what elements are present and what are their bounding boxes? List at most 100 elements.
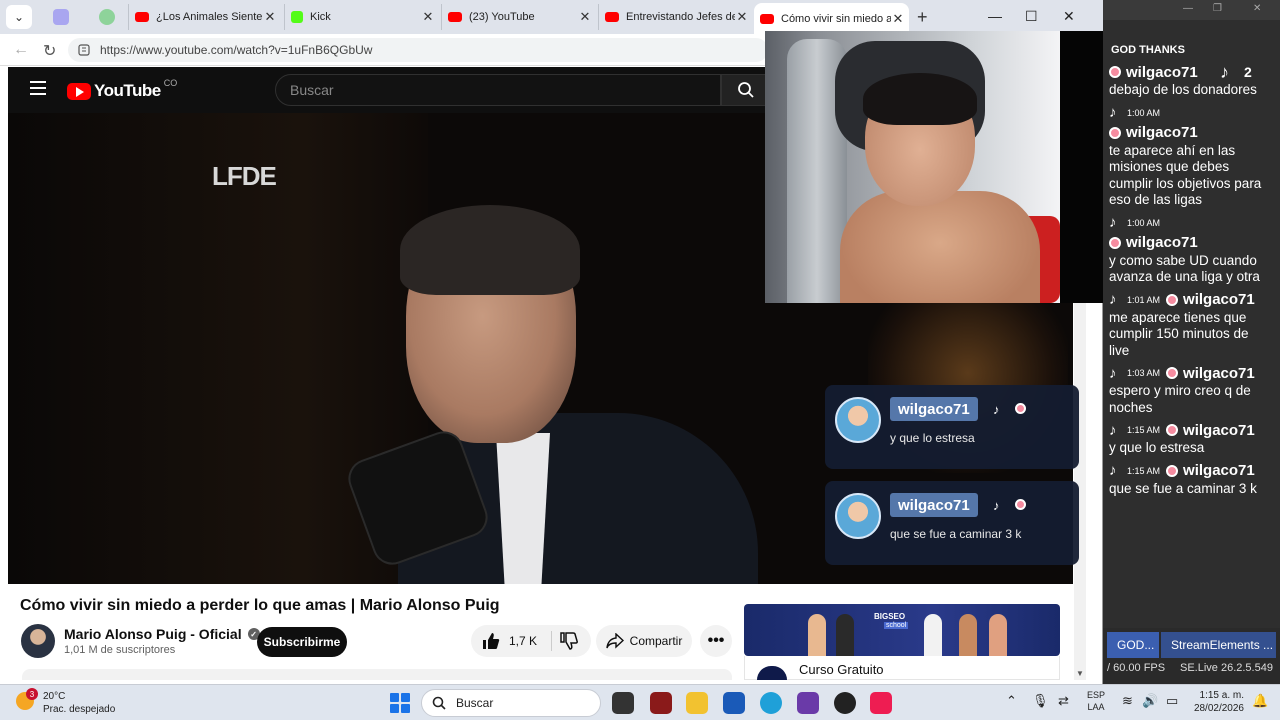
chat-message: ♪ 1:00 AM wilgaco71 y como sabe UD cuando… — [1109, 214, 1260, 284]
brave-browser-icon[interactable] — [650, 692, 672, 714]
tiktok-icon: ♪ — [1109, 421, 1117, 439]
tab-1[interactable]: ¿Los Animales Sienten A ✕ — [128, 4, 281, 30]
new-tab-icon[interactable]: + — [917, 7, 928, 28]
tab-god[interactable]: GOD... — [1107, 632, 1159, 658]
webcam-overlay — [765, 31, 1113, 303]
pig-badge-icon — [1109, 126, 1121, 139]
close-tab-icon[interactable]: ✕ — [578, 9, 592, 25]
search-icon — [432, 696, 446, 710]
video-watermark: LFDE — [212, 161, 277, 191]
tiktok-icon: ♪ — [993, 498, 1000, 513]
meet-icon[interactable]: ⇄ — [1058, 693, 1069, 709]
url-field[interactable]: https://www.youtube.com/watch?v=1uFnB6QG… — [68, 38, 768, 62]
chat-footer: GOD... StreamElements ... / 60.00 FPS SE… — [1103, 628, 1280, 684]
desktop: ⌄ ¿Los Animales Sienten A ✕ Kick ✕ (23) … — [0, 0, 1280, 720]
subscribe-button[interactable]: Subscribirme — [257, 627, 347, 657]
pig-badge-icon — [1015, 403, 1026, 414]
tiktok-icon: ♪ — [993, 402, 1000, 417]
close-tab-icon[interactable]: ✕ — [735, 9, 749, 25]
reload-icon[interactable]: ↻ — [43, 41, 56, 61]
notifications-icon[interactable]: 🔔 — [1252, 693, 1268, 709]
back-icon[interactable]: ← — [13, 41, 29, 59]
tab-search-dropdown[interactable]: ⌄ — [6, 5, 32, 29]
pig-badge-icon — [1109, 236, 1121, 249]
chat-message: wilgaco71 debajo de los donadores — [1109, 63, 1257, 97]
taskbar-search[interactable]: Buscar — [421, 689, 601, 717]
tab-streamelements[interactable]: StreamElements ... — [1161, 632, 1276, 658]
obs-icon[interactable] — [834, 692, 856, 714]
battery-icon[interactable]: ▭ — [1166, 693, 1178, 709]
show-hidden-icons[interactable]: ⌃ — [1006, 693, 1017, 709]
clock[interactable]: 1:15 a. m. 28/02/2026 — [1190, 689, 1244, 715]
close-tab-icon[interactable]: ✕ — [421, 9, 435, 25]
share-button[interactable]: Compartir — [596, 625, 692, 657]
chat-minimize-icon[interactable]: — — [1183, 3, 1193, 14]
ad-logo-icon — [757, 666, 787, 680]
weather-widget[interactable]: 3 20°C Prac. despejado — [16, 688, 126, 718]
like-button[interactable]: 1,7 K — [481, 631, 537, 651]
chat-message: ♪ 1:03 AM wilgaco71 espero y miro creo q d… — [1109, 364, 1255, 415]
more-actions-icon[interactable]: ••• — [700, 625, 732, 657]
chat-message: ♪ 1:15 AM wilgaco71 y que lo estresa — [1109, 421, 1255, 456]
video-title: Cómo vivir sin miedo a perder lo que ama… — [20, 597, 500, 614]
tab-2[interactable]: Kick ✕ — [284, 4, 439, 30]
chat-message: ♪ 1:15 AM wilgaco71 que se fue a caminar 3… — [1109, 462, 1257, 496]
youtube-icon — [605, 12, 619, 22]
pinned-tab-1[interactable] — [53, 9, 69, 25]
chat-message: ♪ 1:00 AM wilgaco71 te aparece ahí en las… — [1109, 104, 1262, 207]
youtube-icon — [448, 12, 462, 22]
chat-maximize-icon[interactable]: ❐ — [1213, 3, 1222, 14]
volume-icon[interactable]: 🔊 — [1142, 693, 1158, 709]
kick-icon — [291, 11, 303, 23]
ad-banner[interactable]: BIGSEO school — [744, 604, 1060, 656]
close-tab-icon[interactable]: ✕ — [263, 9, 277, 25]
search-icon — [738, 82, 754, 98]
user-avatar — [835, 493, 881, 539]
thumbs-down-icon — [560, 632, 578, 650]
site-info-icon[interactable] — [76, 42, 92, 58]
language-indicator[interactable]: ESP LAA — [1087, 689, 1105, 713]
chat-header: GOD THANKS — [1111, 44, 1185, 56]
task-view-icon[interactable] — [612, 692, 634, 714]
tiktok-live-icon[interactable] — [870, 692, 892, 714]
close-tab-icon[interactable]: ✕ — [891, 11, 905, 27]
maximize-icon[interactable]: ☐ — [1025, 8, 1038, 25]
description-box[interactable] — [22, 669, 732, 680]
store-icon[interactable] — [723, 692, 745, 714]
subscriber-count: 1,01 M de suscriptores — [64, 644, 176, 656]
streamer-torso — [840, 191, 1040, 303]
tab-4[interactable]: Entrevistando Jefes de N ✕ — [598, 4, 753, 30]
pig-badge-icon — [1015, 499, 1026, 510]
dislike-button[interactable] — [559, 631, 579, 656]
menu-icon[interactable] — [30, 81, 46, 95]
chat-message: ♪ 1:01 AM wilgaco71 me aparece tienes que … — [1109, 291, 1255, 358]
tiktok-icon: ♪ — [1109, 104, 1117, 121]
channel-name[interactable]: Mario Alonso Puig - Oficial ✓ — [64, 626, 260, 642]
file-explorer-icon[interactable] — [686, 692, 708, 714]
search-button[interactable] — [721, 74, 771, 106]
youtube-icon — [760, 13, 774, 24]
tiktok-icon: ♪ — [1109, 364, 1117, 382]
search-input[interactable]: Buscar — [275, 74, 721, 106]
start-button[interactable] — [390, 693, 410, 713]
edge-icon[interactable] — [760, 692, 782, 714]
pig-badge-icon — [1109, 66, 1121, 78]
app-icon[interactable] — [797, 692, 819, 714]
ad-card[interactable]: Curso Gratuito — [744, 656, 1060, 680]
user-avatar — [835, 397, 881, 443]
channel-avatar[interactable] — [21, 624, 55, 658]
mic-icon[interactable]: 🎙 — [1032, 693, 1049, 709]
tab-3[interactable]: (23) YouTube ✕ — [441, 4, 596, 30]
youtube-logo[interactable]: YouTube CO — [67, 78, 177, 101]
pinned-tab-2[interactable] — [99, 9, 115, 25]
wifi-icon[interactable]: ≋ — [1122, 693, 1133, 709]
tiktok-icon: ♪ — [1109, 462, 1117, 479]
chat-close-icon[interactable]: ✕ — [1253, 3, 1261, 14]
minimize-icon[interactable]: — — [988, 8, 1002, 24]
version-readout: SE.Live 26.2.5.549 — [1180, 662, 1273, 674]
youtube-icon — [135, 12, 149, 22]
like-dislike-group: 1,7 K — [471, 625, 591, 657]
close-window-icon[interactable]: ✕ — [1063, 8, 1075, 25]
share-icon — [605, 633, 624, 649]
tab-active[interactable]: Cómo vivir sin miedo a p ✕ — [754, 3, 909, 34]
